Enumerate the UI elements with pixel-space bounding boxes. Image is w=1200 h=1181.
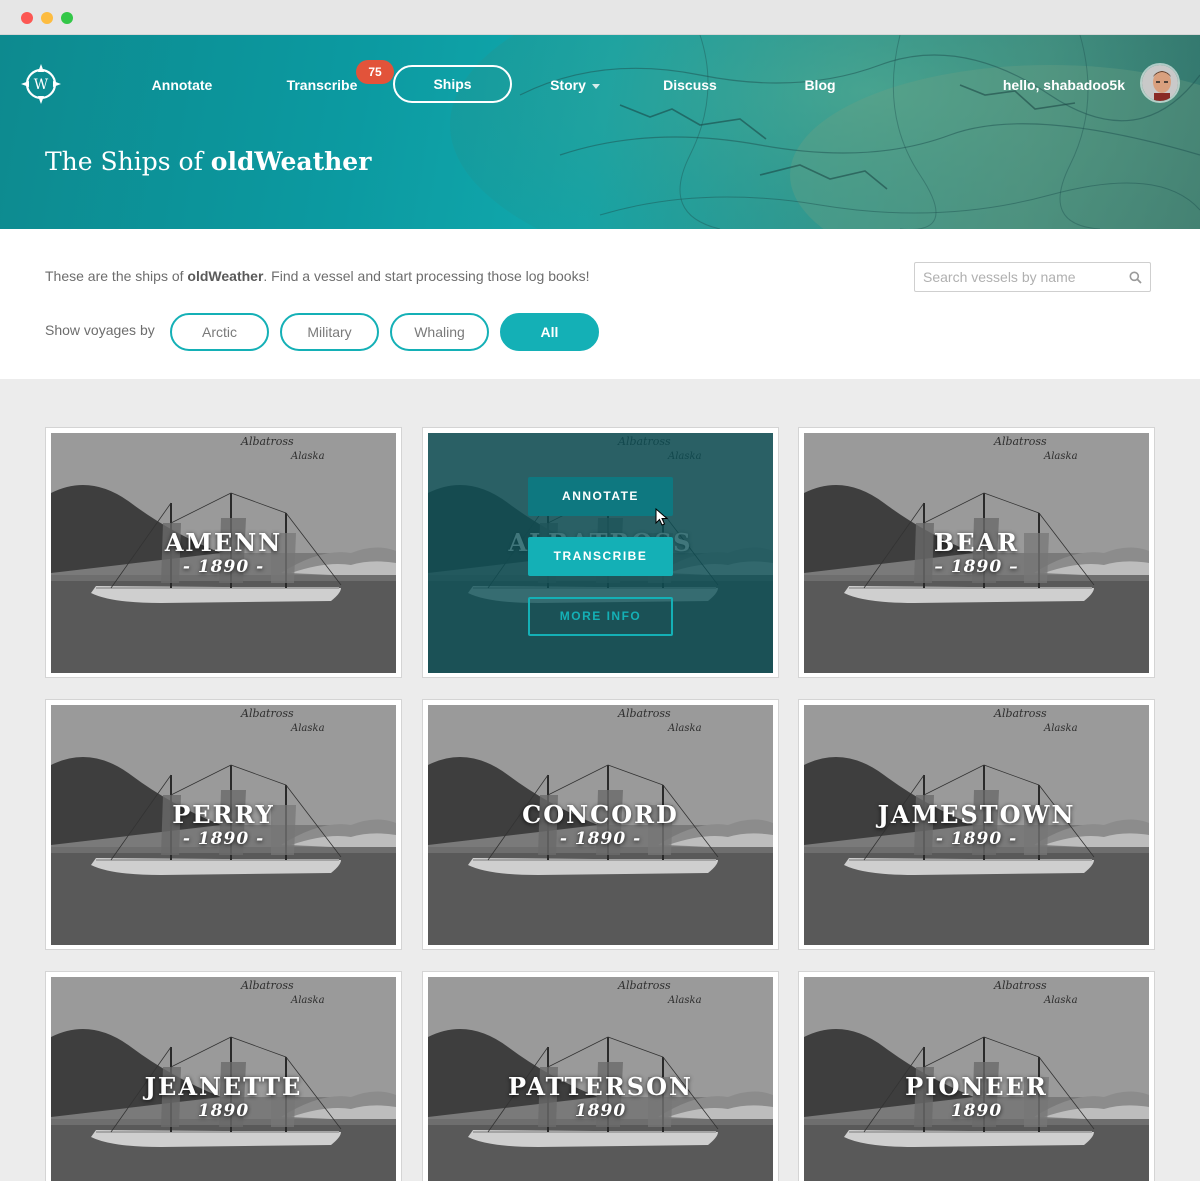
chevron-down-icon <box>591 83 600 89</box>
photo-caption-place: Alaska <box>290 995 325 1006</box>
ship-photo-frame: Albatross Alaska ALBATROSS- 1890 -ANNOTA… <box>428 433 773 673</box>
ship-year: - 1890 - <box>182 557 265 577</box>
nav-story-label: Story <box>550 77 586 93</box>
photo-caption-ship: Albatross <box>993 435 1047 448</box>
ship-year: 1890 <box>950 1101 1003 1121</box>
photo-caption-place: Alaska <box>290 723 325 734</box>
ship-photo-frame: Albatross Alaska JEANETTE 1890 <box>51 977 396 1181</box>
ship-name: PIONEER <box>905 1072 1048 1101</box>
nav-blog[interactable]: Blog <box>790 74 850 96</box>
hero-header: W Annotate Transcribe 75 Ships Story Dis… <box>0 35 1200 229</box>
ship-photo-frame: Albatross Alaska JAMESTOWN - 1890 - <box>804 705 1149 945</box>
ship-card[interactable]: Albatross Alaska JEANETTE 1890 <box>45 971 402 1181</box>
photo-caption-ship: Albatross <box>993 979 1047 992</box>
search-input[interactable] <box>923 268 1123 286</box>
ship-card[interactable]: Albatross Alaska AMENN - 1890 - <box>45 427 402 678</box>
photo-caption-ship: Albatross <box>617 707 671 720</box>
ship-photo-frame: Albatross Alaska BEAR – 1890 – <box>804 433 1149 673</box>
intro-brand: oldWeather <box>187 268 264 284</box>
ship-year: 1890 <box>197 1101 250 1121</box>
maximize-window-button[interactable] <box>61 12 73 24</box>
filter-whaling-button[interactable]: Whaling <box>390 313 489 351</box>
ship-card[interactable]: Albatross Alaska JAMESTOWN - 1890 - <box>798 699 1155 950</box>
photo-caption-place: Alaska <box>1043 995 1078 1006</box>
transcribe-ship-button[interactable]: TRANSCRIBE <box>528 537 673 576</box>
photo-caption-place: Alaska <box>667 723 702 734</box>
ship-year: - 1890 - <box>182 829 265 849</box>
nav-ships[interactable]: Ships <box>393 65 512 103</box>
minimize-window-button[interactable] <box>41 12 53 24</box>
ship-year: - 1890 - <box>935 829 1018 849</box>
ship-card[interactable]: Albatross Alaska CONCORD - 1890 - <box>422 699 779 950</box>
transcribe-count-badge: 75 <box>356 60 394 84</box>
ship-name: CONCORD <box>522 800 679 829</box>
ship-card[interactable]: Albatross Alaska BEAR – 1890 – <box>798 427 1155 678</box>
ship-card[interactable]: Albatross Alaska ALBATROSS- 1890 -ANNOTA… <box>422 427 779 678</box>
ship-card[interactable]: Albatross Alaska PATTERSON 1890 <box>422 971 779 1181</box>
ship-year: - 1890 - <box>559 829 642 849</box>
ship-name: PATTERSON <box>508 1072 693 1101</box>
photo-caption-ship: Albatross <box>240 435 294 448</box>
nav-annotate[interactable]: Annotate <box>132 74 232 96</box>
filter-military-button[interactable]: Military <box>280 313 379 351</box>
ship-year: 1890 <box>574 1101 627 1121</box>
ship-card-hover-overlay: ANNOTATE TRANSCRIBE MORE INFO <box>428 433 773 673</box>
nav-discuss[interactable]: Discuss <box>650 74 730 96</box>
nav-story[interactable]: Story <box>535 74 615 96</box>
voyage-filter-label: Show voyages by <box>45 322 155 338</box>
ship-year: – 1890 – <box>934 557 1019 577</box>
page-title: The Ships of oldWeather <box>45 147 371 176</box>
avatar[interactable] <box>1140 63 1180 103</box>
ship-card[interactable]: Albatross Alaska PIONEER 1890 <box>798 971 1155 1181</box>
more-info-button[interactable]: MORE INFO <box>528 597 673 636</box>
ship-name: AMENN <box>164 528 283 557</box>
ship-card[interactable]: Albatross Alaska PERRY - 1890 - <box>45 699 402 950</box>
photo-caption-place: Alaska <box>1043 451 1078 462</box>
close-window-button[interactable] <box>21 12 33 24</box>
photo-caption-ship: Albatross <box>993 707 1047 720</box>
oldweather-logo-icon[interactable]: W <box>20 63 62 105</box>
ship-photo-frame: Albatross Alaska CONCORD - 1890 - <box>428 705 773 945</box>
photo-caption-place: Alaska <box>290 451 325 462</box>
photo-caption-place: Alaska <box>667 995 702 1006</box>
intro-before: These are the ships of <box>45 268 188 284</box>
photo-caption-ship: Albatross <box>240 979 294 992</box>
photo-caption-place: Alaska <box>1043 723 1078 734</box>
map-background <box>450 35 1200 229</box>
search-icon[interactable] <box>1129 271 1142 284</box>
intro-after: . Find a vessel and start processing tho… <box>263 268 590 284</box>
photo-caption-ship: Albatross <box>617 979 671 992</box>
search-box <box>914 262 1151 292</box>
filter-all-button[interactable]: All <box>500 313 599 351</box>
window-titlebar <box>0 0 1200 35</box>
ship-photo-frame: Albatross Alaska PIONEER 1890 <box>804 977 1149 1181</box>
mouse-cursor-icon <box>655 508 669 526</box>
ship-name: BEAR <box>933 528 1020 557</box>
intro-text: These are the ships of oldWeather. Find … <box>45 268 589 284</box>
ship-photo-frame: Albatross Alaska PATTERSON 1890 <box>428 977 773 1181</box>
photo-caption-ship: Albatross <box>240 707 294 720</box>
user-greeting[interactable]: hello, shabadoo5k <box>980 74 1125 96</box>
annotate-ship-button[interactable]: ANNOTATE <box>528 477 673 516</box>
ship-photo-frame: Albatross Alaska PERRY - 1890 - <box>51 705 396 945</box>
filter-arctic-button[interactable]: Arctic <box>170 313 269 351</box>
ship-name: JAMESTOWN <box>877 800 1076 829</box>
ship-photo-frame: Albatross Alaska AMENN - 1890 - <box>51 433 396 673</box>
ship-name: JEANETTE <box>144 1072 303 1101</box>
filter-panel: These are the ships of oldWeather. Find … <box>0 229 1200 379</box>
page-title-prefix: The Ships of <box>45 147 211 176</box>
ship-name: PERRY <box>172 800 275 829</box>
page-title-brand: oldWeather <box>210 147 372 176</box>
svg-text:W: W <box>34 77 49 93</box>
